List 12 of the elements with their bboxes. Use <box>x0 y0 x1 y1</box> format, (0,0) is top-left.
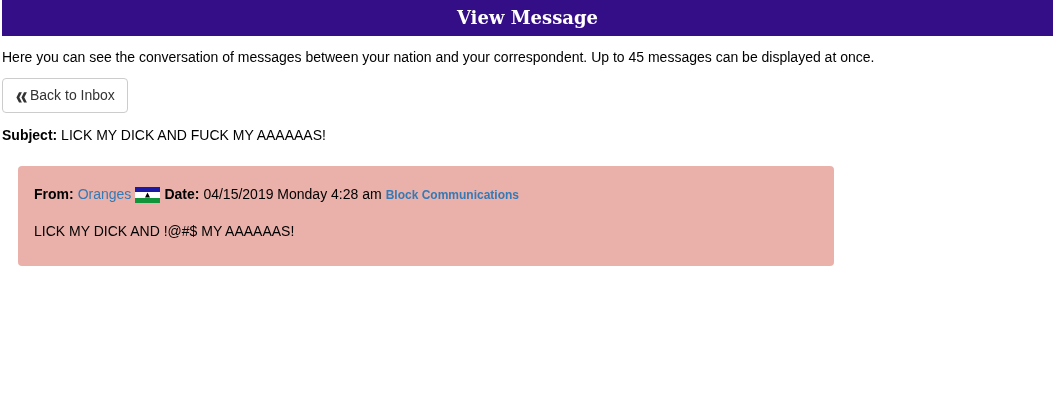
subject-line: Subject: LICK MY DICK AND FUCK MY AAAAAAS! <box>2 126 327 145</box>
flag-icon <box>135 186 161 203</box>
block-communications-link[interactable]: Block Communications <box>385 185 519 204</box>
back-to-inbox-button[interactable]: ❰❰ Back to Inbox <box>2 78 128 113</box>
page-title: View Message <box>456 7 598 29</box>
message-body: LICK MY DICK AND !@#$ MY AAAAAAS! <box>34 222 296 241</box>
date-label: Date: <box>164 185 200 204</box>
intro-text: Here you can see the conversation of messages between your nation and your correspondent. Up to 45 messages can be displayed at once. <box>2 48 876 67</box>
back-icon: ❰❰ <box>15 91 25 102</box>
from-label: From: <box>34 185 74 204</box>
message-date: 04/15/2019 Monday 4:28 am <box>203 185 382 204</box>
sender-link[interactable]: Oranges <box>77 184 132 205</box>
